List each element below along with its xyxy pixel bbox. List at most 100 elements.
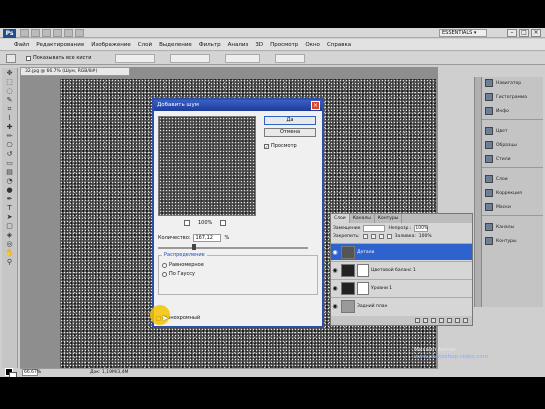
dock-masks[interactable]: Маски bbox=[482, 201, 543, 213]
zoom-in-button[interactable] bbox=[220, 220, 227, 226]
visibility-eye-icon[interactable]: ◉ bbox=[331, 285, 339, 292]
opacity-field[interactable]: 100% bbox=[414, 225, 429, 232]
menu-help[interactable]: Справка bbox=[327, 42, 351, 48]
menu-edit[interactable]: Редактирование bbox=[36, 42, 84, 48]
guides-button[interactable] bbox=[31, 29, 40, 37]
new-adjustment-icon[interactable] bbox=[439, 318, 444, 323]
brush-tool-icon[interactable]: ✏ bbox=[5, 132, 15, 140]
options-field-1[interactable] bbox=[115, 54, 155, 63]
lock-position-icon[interactable] bbox=[378, 234, 384, 239]
dialog-close-icon[interactable]: × bbox=[311, 101, 320, 110]
layer-row[interactable]: ◉ Цветовой баланс 1 bbox=[331, 261, 472, 278]
minimize-button[interactable]: – bbox=[507, 29, 517, 37]
dodge-tool-icon[interactable]: ● bbox=[5, 186, 15, 194]
document-tab[interactable]: 32.jpg @ 66.7% (Шум, RGB/8#) bbox=[20, 67, 130, 76]
menu-analysis[interactable]: Анализ bbox=[228, 42, 249, 48]
hand-tool-button[interactable] bbox=[53, 29, 62, 37]
visibility-eye-icon[interactable]: ◉ bbox=[331, 267, 339, 274]
blend-mode-select[interactable]: Замещение bbox=[333, 226, 360, 231]
menu-layer[interactable]: Слой bbox=[138, 42, 152, 48]
tab-paths[interactable]: Контуры bbox=[375, 214, 403, 223]
options-field-2[interactable] bbox=[170, 54, 210, 63]
3d-rotate-tool-icon[interactable]: ◈ bbox=[5, 231, 15, 239]
menu-view[interactable]: Просмотр bbox=[270, 42, 298, 48]
preview-checkbox[interactable]: ✓ bbox=[264, 143, 269, 149]
eraser-tool-icon[interactable]: ▭ bbox=[5, 159, 15, 167]
blend-mode-dropdown[interactable] bbox=[363, 225, 386, 232]
layer-row[interactable]: ◉ Детали bbox=[331, 243, 472, 260]
dock-styles[interactable]: Стили bbox=[482, 153, 543, 165]
clone-stamp-tool-icon[interactable]: ⎔ bbox=[5, 141, 15, 149]
dock-color[interactable]: Цвет bbox=[482, 125, 543, 137]
menu-filter[interactable]: Фильтр bbox=[199, 42, 221, 48]
path-selection-tool-icon[interactable]: ➤ bbox=[5, 213, 15, 221]
maximize-button[interactable]: □ bbox=[519, 29, 529, 37]
uniform-option[interactable]: Равномерное bbox=[162, 262, 204, 268]
marquee-tool-icon[interactable]: ⬚ bbox=[5, 78, 15, 86]
rotate-view-button[interactable] bbox=[64, 29, 73, 37]
bridge-button[interactable] bbox=[20, 29, 29, 37]
lock-all-icon[interactable] bbox=[386, 234, 392, 239]
zoom-level-field[interactable]: 66.67% bbox=[22, 369, 41, 376]
dock-channels[interactable]: Каналы bbox=[482, 221, 543, 233]
zoom-level-button[interactable] bbox=[42, 29, 51, 37]
menu-file[interactable]: Файл bbox=[14, 42, 29, 48]
link-layers-icon[interactable] bbox=[415, 318, 420, 323]
preview-toggle[interactable]: ✓ Просмотр bbox=[264, 143, 297, 149]
dock-swatches[interactable]: Образцы bbox=[482, 139, 543, 151]
menu-3d[interactable]: 3D bbox=[255, 42, 263, 48]
amount-slider-track[interactable] bbox=[158, 247, 308, 249]
lock-pixels-icon[interactable] bbox=[370, 234, 376, 239]
gradient-tool-icon[interactable]: ▤ bbox=[5, 168, 15, 176]
tool-preset-picker[interactable] bbox=[6, 54, 16, 63]
options-checkbox[interactable] bbox=[26, 56, 31, 61]
add-mask-icon[interactable] bbox=[431, 318, 436, 323]
hand-tool-icon[interactable]: ✋ bbox=[5, 249, 15, 257]
pen-tool-icon[interactable]: ✒ bbox=[5, 195, 15, 203]
menu-window[interactable]: Окно bbox=[305, 42, 320, 48]
panel-collapse-strip[interactable] bbox=[474, 77, 481, 307]
crop-tool-icon[interactable]: ⌗ bbox=[5, 105, 15, 113]
uniform-radio[interactable] bbox=[162, 262, 167, 268]
options-field-4[interactable] bbox=[275, 54, 305, 63]
gaussian-option[interactable]: По Гауссу bbox=[162, 271, 195, 277]
zoom-out-button[interactable] bbox=[184, 220, 190, 226]
lock-transparency-icon[interactable] bbox=[362, 234, 368, 239]
dock-navigator[interactable]: Навигатор bbox=[482, 77, 543, 89]
3d-camera-tool-icon[interactable]: ◎ bbox=[5, 240, 15, 248]
delete-layer-icon[interactable] bbox=[463, 318, 468, 323]
workspace-switcher[interactable]: ESSENTIALS ▾ bbox=[439, 29, 487, 37]
visibility-eye-icon[interactable]: ◉ bbox=[331, 303, 339, 310]
dock-paths[interactable]: Контуры bbox=[482, 235, 543, 247]
ok-button[interactable]: Да bbox=[264, 116, 316, 125]
options-field-3[interactable] bbox=[225, 54, 260, 63]
lasso-tool-icon[interactable]: ◌ bbox=[5, 87, 15, 95]
menu-image[interactable]: Изображение bbox=[91, 42, 131, 48]
move-tool-icon[interactable]: ✥ bbox=[5, 69, 15, 77]
tab-channels[interactable]: Каналы bbox=[350, 214, 375, 223]
new-group-icon[interactable] bbox=[447, 318, 452, 323]
gaussian-radio[interactable] bbox=[162, 271, 167, 277]
visibility-eye-icon[interactable]: ◉ bbox=[331, 249, 339, 256]
arrange-documents-button[interactable] bbox=[75, 29, 84, 37]
close-window-button[interactable]: × bbox=[531, 29, 541, 37]
dock-histogram[interactable]: Гистограмма bbox=[482, 91, 543, 103]
amount-input[interactable]: 167,12 bbox=[193, 234, 222, 242]
dialog-title[interactable]: Добавить шум bbox=[154, 100, 322, 111]
noise-preview[interactable] bbox=[158, 116, 256, 216]
layer-row[interactable]: ◉ Уровни 1 bbox=[331, 279, 472, 296]
cancel-button[interactable]: Отмена bbox=[264, 128, 316, 137]
new-layer-icon[interactable] bbox=[455, 318, 460, 323]
menu-select[interactable]: Выделение bbox=[159, 42, 192, 48]
dock-layers[interactable]: Слои bbox=[482, 173, 543, 185]
zoom-tool-icon[interactable]: ⚲ bbox=[5, 258, 15, 266]
blur-tool-icon[interactable]: ◔ bbox=[5, 177, 15, 185]
fill-field[interactable]: 100% bbox=[419, 234, 432, 239]
layer-row[interactable]: ◉ Задний план bbox=[331, 297, 472, 314]
dock-adjustments[interactable]: Коррекция bbox=[482, 187, 543, 199]
history-brush-tool-icon[interactable]: ↺ bbox=[5, 150, 15, 158]
dock-info[interactable]: Инфо bbox=[482, 105, 543, 117]
healing-tool-icon[interactable]: ✚ bbox=[5, 123, 15, 131]
amount-slider-thumb[interactable] bbox=[192, 244, 196, 250]
layer-style-icon[interactable] bbox=[423, 318, 428, 323]
